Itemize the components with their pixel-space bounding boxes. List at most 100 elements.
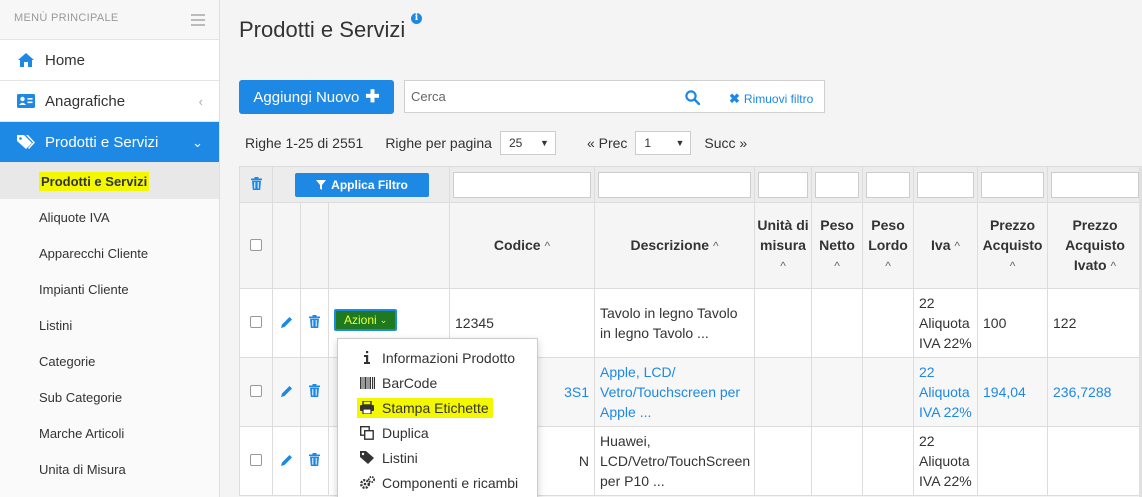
trash-icon[interactable] xyxy=(309,453,320,469)
sidebar-subitem-prodotti-servizi[interactable]: Prodotti e Servizi xyxy=(0,163,219,199)
menu-item-stampa-etichette[interactable]: Stampa Etichette xyxy=(338,395,537,420)
sidebar-subitem-apparecchi-cliente[interactable]: Apparecchi Cliente xyxy=(0,235,219,271)
chevron-left-icon: ‹ xyxy=(198,94,203,109)
header-peso-lordo[interactable]: Peso Lordo ^ xyxy=(862,202,915,289)
cell-iva[interactable]: 22 Aliquota IVA 22% xyxy=(913,357,979,427)
page-value: 1 xyxy=(644,136,652,150)
trash-icon[interactable] xyxy=(309,384,320,400)
header-delete xyxy=(300,202,329,289)
header-codice[interactable]: Codice ^ xyxy=(449,202,596,289)
sidebar-subitem-label: Listini xyxy=(39,317,73,333)
sidebar-item-anagrafiche[interactable]: Anagrafiche ‹ xyxy=(0,81,219,122)
prev-page-link[interactable]: « Prec xyxy=(587,135,627,151)
header-peso-netto[interactable]: Peso Netto ^ xyxy=(811,202,864,289)
actions-dropdown-button[interactable]: Azioni ⌄ xyxy=(334,309,398,331)
filter-unita-input[interactable] xyxy=(758,171,809,198)
filter-codice-cell xyxy=(449,166,596,203)
search-input[interactable] xyxy=(405,81,695,112)
sidebar-subitem-label: Impianti Cliente xyxy=(39,281,129,297)
per-page-select[interactable]: 25 ▼ xyxy=(499,131,556,155)
header-unita[interactable]: Unità di misura ^ xyxy=(754,202,813,289)
menu-item-label: BarCode xyxy=(382,374,438,391)
filter-ivato-cell xyxy=(1047,166,1142,203)
menu-item-listini[interactable]: Listini xyxy=(338,445,537,470)
caret-down-icon: ▼ xyxy=(540,138,549,148)
remove-filter-link[interactable]: ✖ Rimuovi filtro xyxy=(729,91,813,107)
tags-icon xyxy=(16,134,36,150)
edit-cell xyxy=(272,288,301,358)
sidebar-subitem-categorie[interactable]: Categorie xyxy=(0,343,219,379)
apply-filter-button[interactable]: Applica Filtro xyxy=(295,172,429,197)
sidebar-subitem-label: Unita di Misura xyxy=(39,461,126,477)
sidebar-subitem-impianti-cliente[interactable]: Impianti Cliente xyxy=(0,271,219,307)
menu-toggle-icon[interactable] xyxy=(191,14,205,26)
menu-item-informazioni[interactable]: Informazioni Prodotto xyxy=(338,345,537,370)
sidebar-item-prodotti[interactable]: Prodotti e Servizi ⌄ xyxy=(0,122,219,163)
cell-ivato[interactable]: 236,7288 xyxy=(1047,357,1142,427)
select-all-checkbox[interactable] xyxy=(250,238,262,251)
header-label: Peso Netto xyxy=(819,217,855,253)
header-label: Iva xyxy=(931,237,951,253)
pencil-icon[interactable] xyxy=(280,453,293,469)
sort-icon: ^ xyxy=(712,239,719,253)
cell-peso-lordo xyxy=(862,288,915,358)
row-checkbox[interactable] xyxy=(250,316,262,328)
caret-down-icon: ▼ xyxy=(675,138,685,148)
sidebar-subitem-aliquote-iva[interactable]: Aliquote IVA xyxy=(0,199,219,235)
cell-descrizione: Tavolo in legno Tavolo in legno Tavolo .… xyxy=(594,288,756,358)
sidebar-subitem-unita-misura[interactable]: Unita di Misura xyxy=(0,451,219,487)
row-checkbox[interactable] xyxy=(250,454,262,466)
filter-codice-input[interactable] xyxy=(453,171,592,198)
sidebar-subitem-sub-categorie[interactable]: Sub Categorie xyxy=(0,379,219,415)
page-select[interactable]: 1 ▼ xyxy=(635,131,692,155)
header-prezzo-acquisto[interactable]: Prezzo Acquisto ^ xyxy=(977,202,1049,289)
menu-item-label: Componenti e ricambi xyxy=(382,474,519,491)
sidebar-subitem-listini[interactable]: Listini xyxy=(0,307,219,343)
cell-prezzo[interactable]: 194,04 xyxy=(977,357,1049,427)
menu-item-componenti-ricambi[interactable]: Componenti e ricambi xyxy=(338,470,537,495)
menu-item-label: Informazioni Prodotto xyxy=(382,349,516,366)
row-range: Righe 1-25 di 2551 xyxy=(245,135,364,151)
filter-iva-input[interactable] xyxy=(917,171,975,198)
header-prezzo-ivato[interactable]: Prezzo Acquisto Ivato ^ xyxy=(1047,202,1142,289)
sidebar-header-label: MENÙ PRINCIPALE xyxy=(14,12,119,24)
cell-ivato: 122 xyxy=(1047,288,1142,358)
filter-peso-netto-input[interactable] xyxy=(815,171,860,198)
sidebar-item-label: Home xyxy=(45,51,86,69)
next-page-link[interactable]: Succ » xyxy=(704,135,747,151)
info-icon[interactable]: i xyxy=(411,13,422,24)
sidebar-item-label: Prodotti e Servizi xyxy=(45,133,159,151)
sort-icon: ^ xyxy=(885,259,891,273)
search-icon[interactable] xyxy=(685,90,701,110)
sidebar-item-home[interactable]: Home xyxy=(0,40,219,81)
filter-descrizione-input[interactable] xyxy=(598,171,752,198)
row-checkbox[interactable] xyxy=(250,385,262,397)
filter-descrizione-cell xyxy=(594,166,756,203)
cell-unita xyxy=(754,357,813,427)
add-new-button[interactable]: Aggiungi Nuovo ✚ xyxy=(239,80,394,114)
cell-descrizione[interactable]: Apple, LCD/ Vetro/Touchscreen per Apple … xyxy=(594,357,756,427)
header-descrizione[interactable]: Descrizione ^ xyxy=(594,202,756,289)
trash-icon[interactable] xyxy=(250,176,262,193)
tag-icon xyxy=(359,451,375,464)
chevron-down-icon: ⌄ xyxy=(192,135,203,150)
filter-peso-lordo-input[interactable] xyxy=(866,171,911,198)
menu-item-label: Duplica xyxy=(382,424,429,441)
pencil-icon[interactable] xyxy=(280,315,293,331)
sidebar-subitem-marche-articoli[interactable]: Marche Articoli xyxy=(0,415,219,451)
sort-icon: ^ xyxy=(780,259,786,273)
cell-iva: 22 Aliquota IVA 22% xyxy=(913,426,979,496)
sidebar-subitem-label: Aliquote IVA xyxy=(39,209,110,225)
menu-item-duplica[interactable]: Duplica xyxy=(338,420,537,445)
header-iva[interactable]: Iva ^ xyxy=(913,202,979,289)
header-label: Prezzo Acquisto xyxy=(982,217,1043,253)
print-icon xyxy=(359,401,375,414)
menu-item-barcode[interactable]: BarCode xyxy=(338,370,537,395)
trash-icon[interactable] xyxy=(309,315,320,331)
filter-iva-cell xyxy=(913,166,979,203)
page-title: Prodotti e Servizi xyxy=(239,17,406,42)
pencil-icon[interactable] xyxy=(280,384,293,400)
header-row: Codice ^ Descrizione ^ Unità di misura ^ … xyxy=(239,202,1142,289)
filter-prezzo-input[interactable] xyxy=(981,171,1045,198)
filter-ivato-input[interactable] xyxy=(1051,171,1140,198)
